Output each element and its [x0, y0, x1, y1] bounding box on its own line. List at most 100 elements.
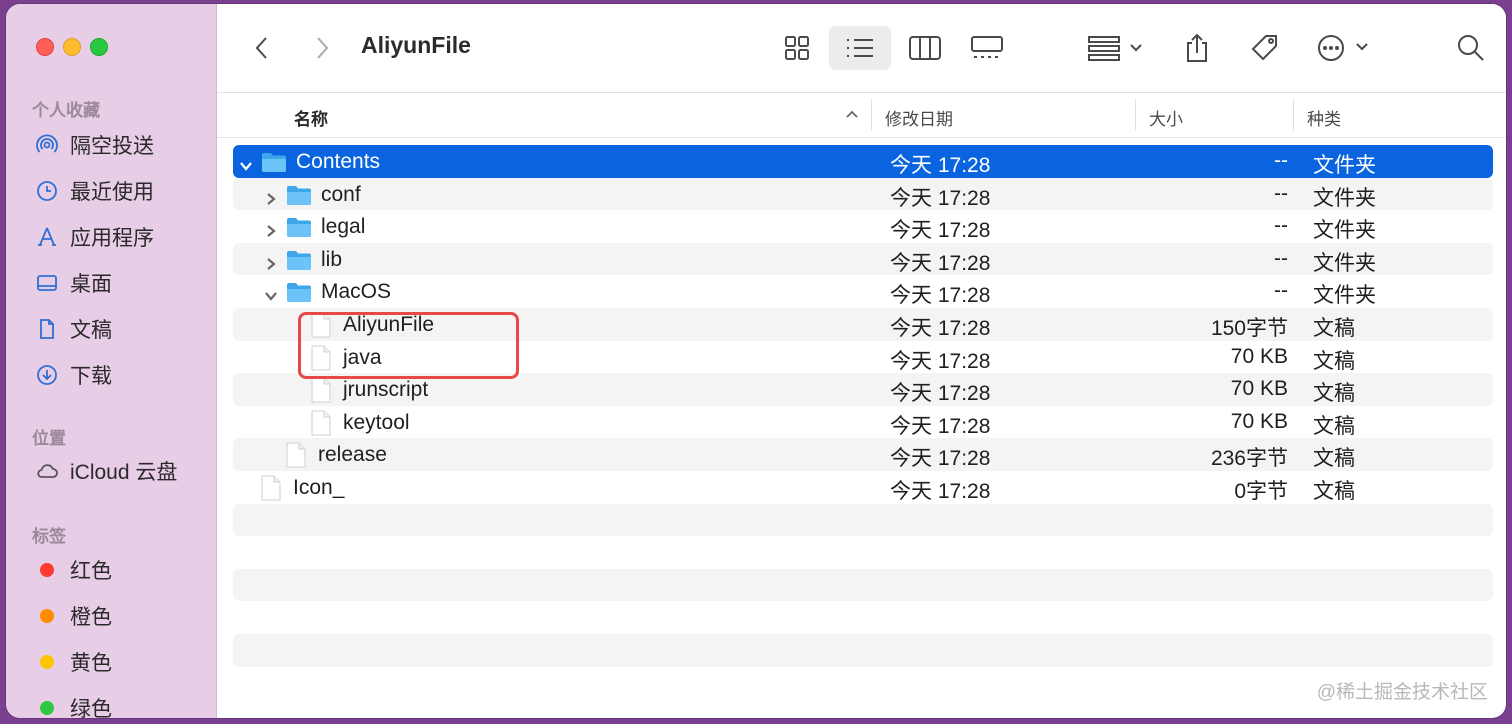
sidebar-item-recents[interactable]: 最近使用: [34, 176, 154, 206]
file-date: 今天 17:28: [890, 316, 991, 340]
file-size: 70 KB: [1230, 409, 1288, 433]
sidebar-item-label: 最近使用: [70, 181, 154, 204]
tag-color-dot: [40, 701, 54, 715]
file-name: legal: [321, 215, 366, 239]
file-date: 今天 17:28: [890, 251, 991, 275]
table-row[interactable]: lib 今天 17:28 -- 文件夹: [233, 242, 1493, 276]
document-icon: [34, 316, 60, 342]
file-date: 今天 17:28: [890, 382, 991, 406]
list-icon: [847, 39, 873, 57]
sidebar-item-label: iCloud 云盘: [70, 461, 178, 484]
sidebar-item-downloads[interactable]: 下载: [34, 360, 112, 390]
sidebar-item-label: 绿色: [70, 698, 112, 718]
name-cell: Icon_: [239, 474, 344, 502]
file-kind: 文件夹: [1313, 186, 1376, 210]
file-name: Icon_: [293, 475, 345, 499]
file-kind: 文稿: [1313, 382, 1355, 406]
chevron-left-icon: [255, 37, 267, 59]
share-button[interactable]: [1177, 26, 1217, 70]
file-size: --: [1274, 246, 1288, 270]
zoom-button[interactable]: [90, 38, 108, 56]
empty-row: [233, 503, 1493, 537]
column-date-header[interactable]: 修改日期: [885, 105, 953, 130]
applications-icon: [34, 224, 60, 250]
file-icon: [311, 377, 331, 403]
column-separator: [871, 99, 872, 131]
tag-button[interactable]: [1243, 26, 1287, 70]
watermark: @稀土掘金技术社区: [1316, 682, 1488, 703]
folder-icon: [286, 249, 312, 271]
icon-view-button[interactable]: [775, 26, 819, 70]
table-row[interactable]: conf 今天 17:28 -- 文件夹: [233, 177, 1493, 211]
file-size: --: [1274, 149, 1288, 172]
file-date: 今天 17:28: [890, 414, 991, 438]
sidebar-item-icloud[interactable]: iCloud 云盘: [34, 456, 177, 486]
sidebar-item-label: 应用程序: [70, 227, 154, 250]
file-name: jrunscript: [343, 378, 429, 402]
name-cell: Contents: [239, 148, 380, 176]
file-kind: 文稿: [1313, 479, 1355, 503]
gallery-view-button[interactable]: [965, 26, 1009, 70]
more-actions-button[interactable]: [1313, 26, 1377, 70]
name-cell: conf: [264, 181, 361, 209]
name-cell: MacOS: [264, 278, 391, 306]
table-row[interactable]: MacOS 今天 17:28 -- 文件夹: [233, 275, 1493, 308]
forward-button[interactable]: [307, 26, 337, 70]
file-date: 今天 17:28: [890, 154, 991, 177]
name-cell: release: [264, 441, 387, 469]
sidebar-tag-yellow[interactable]: 黄色: [34, 647, 112, 677]
table-row[interactable]: release 今天 17:28 236字节 文稿: [233, 438, 1493, 471]
file-date: 今天 17:28: [890, 186, 991, 210]
tags-heading: 标签: [32, 527, 66, 546]
sidebar-item-desktop[interactable]: 桌面: [34, 268, 112, 298]
sidebar-tag-orange[interactable]: 橙色: [34, 601, 112, 631]
table-row[interactable]: Icon_ 今天 17:28 0字节 文稿: [233, 471, 1493, 504]
chevron-down-icon[interactable]: [264, 285, 278, 302]
column-separator: [1293, 99, 1294, 131]
empty-row: [233, 633, 1493, 667]
file-kind: 文稿: [1313, 414, 1355, 438]
chevron-right-icon[interactable]: [264, 188, 278, 205]
list-view-button[interactable]: [829, 26, 891, 70]
minimize-button[interactable]: [63, 38, 81, 56]
locations-heading: 位置: [32, 429, 66, 448]
tag-color-dot: [40, 609, 54, 623]
group-button[interactable]: [1085, 26, 1149, 70]
file-kind: 文稿: [1313, 316, 1355, 340]
sidebar-item-label: 隔空投送: [70, 135, 154, 158]
column-size-header[interactable]: 大小: [1149, 105, 1183, 130]
sidebar-item-label: 黄色: [70, 652, 112, 675]
airdrop-icon: [34, 132, 60, 158]
sidebar-item-airdrop[interactable]: 隔空投送: [34, 130, 154, 160]
file-size: --: [1274, 214, 1288, 238]
sidebar-tag-green[interactable]: 绿色: [34, 693, 112, 718]
file-name: MacOS: [321, 280, 392, 304]
sidebar-item-applications[interactable]: 应用程序: [34, 222, 154, 252]
close-button[interactable]: [36, 38, 54, 56]
column-view-button[interactable]: [903, 26, 947, 70]
chevron-down-icon[interactable]: [239, 155, 253, 171]
chevron-right-icon[interactable]: [264, 253, 278, 270]
traffic-lights: [36, 38, 108, 56]
download-icon: [34, 362, 60, 388]
empty-row: [233, 601, 1493, 634]
table-row[interactable]: legal 今天 17:28 -- 文件夹: [233, 210, 1493, 243]
column-header: 名称 修改日期 大小 种类: [217, 93, 1506, 138]
folder-icon: [286, 281, 312, 303]
empty-row: [233, 568, 1493, 602]
sidebar-item-documents[interactable]: 文稿: [34, 314, 112, 344]
file-size: 236字节: [1210, 447, 1288, 471]
column-kind-header[interactable]: 种类: [1307, 105, 1341, 130]
sidebar: 个人收藏 隔空投送 最近使用 应用程序 桌面 文稿 下载 位置 iCloud 云…: [6, 4, 217, 718]
column-name-header[interactable]: 名称: [294, 105, 328, 130]
table-row[interactable]: keytool 今天 17:28 70 KB 文稿: [233, 406, 1493, 439]
toolbar: AliyunFile: [217, 4, 1506, 93]
search-button[interactable]: [1451, 26, 1491, 70]
file-date: 今天 17:28: [890, 349, 991, 373]
chevron-right-icon[interactable]: [264, 220, 278, 238]
sidebar-tag-red[interactable]: 红色: [34, 555, 112, 585]
back-button[interactable]: [247, 26, 277, 70]
file-name: conf: [321, 182, 361, 206]
table-row[interactable]: Contents 今天 17:28 -- 文件夹: [233, 145, 1493, 178]
